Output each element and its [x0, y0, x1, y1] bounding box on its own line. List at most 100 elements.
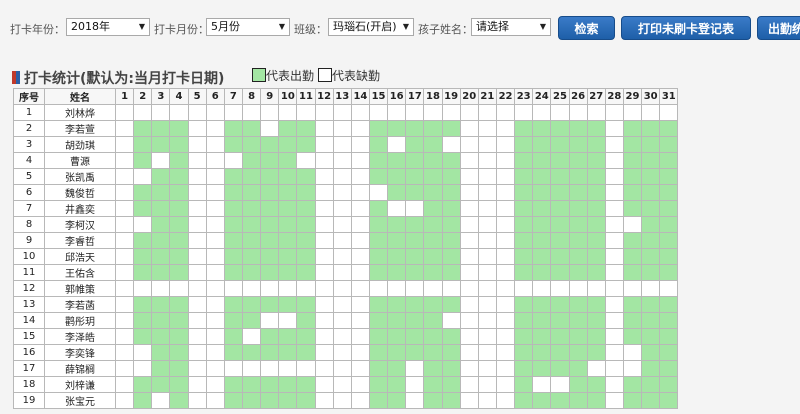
present-cell [387, 248, 407, 265]
table-row: 8 李柯汉 [13, 216, 679, 233]
present-cell [260, 200, 280, 217]
present-cell [659, 152, 679, 169]
absent-cell [241, 360, 262, 377]
present-cell [368, 296, 389, 313]
absent-cell [260, 360, 280, 377]
absent-cell [296, 280, 316, 297]
present-cell [296, 248, 316, 265]
present-cell [223, 312, 243, 329]
present-cell [641, 248, 661, 265]
absent-cell [260, 104, 280, 121]
present-cell [405, 184, 425, 201]
present-cell [423, 120, 443, 137]
present-cell [532, 328, 552, 345]
month-select[interactable]: 5月份 ▼ [206, 18, 290, 36]
absent-cell [133, 344, 153, 361]
absent-cell [550, 104, 570, 121]
present-cell [133, 296, 153, 313]
absent-cell [314, 120, 334, 137]
present-cell [659, 136, 679, 153]
absent-cell [495, 168, 516, 185]
day-header: 26 [568, 88, 588, 105]
present-cell [532, 136, 552, 153]
present-cell [441, 328, 461, 345]
present-cell [223, 296, 243, 313]
present-cell [550, 232, 570, 249]
present-cell [641, 216, 661, 233]
present-cell [278, 232, 298, 249]
present-cell [223, 376, 243, 393]
absent-cell [332, 104, 352, 121]
table-row: 7 井鑫奕 [13, 200, 679, 217]
absent-cell [114, 344, 135, 361]
student-name: 刘林烨 [44, 104, 116, 121]
present-cell [568, 216, 588, 233]
student-name: 井鑫奕 [44, 200, 116, 217]
present-cell [405, 168, 425, 185]
absent-cell [477, 248, 497, 265]
present-cell [622, 184, 643, 201]
present-cell [659, 232, 679, 249]
present-cell [405, 120, 425, 137]
present-cell [550, 344, 570, 361]
present-cell [260, 328, 280, 345]
present-cell [586, 312, 606, 329]
absent-cell [314, 184, 334, 201]
present-cell [622, 312, 643, 329]
present-cell [278, 296, 298, 313]
table-row: 18 刘梓谦 [13, 376, 679, 393]
present-cell [169, 376, 189, 393]
class-select[interactable]: 玛瑙石(开启) ▼ [328, 18, 414, 36]
absent-cell [205, 248, 225, 265]
absent-cell [187, 168, 207, 185]
present-cell [387, 232, 407, 249]
absent-cell [459, 376, 479, 393]
absent-cell [350, 136, 370, 153]
present-cell [151, 376, 171, 393]
absent-cell [332, 376, 352, 393]
absent-cell [114, 168, 135, 185]
absent-cell [350, 328, 370, 345]
absent-cell [477, 104, 497, 121]
year-select[interactable]: 2018年 ▼ [66, 18, 150, 36]
attendance-stats-button[interactable]: 出勤统计 [757, 16, 800, 40]
present-cell [441, 344, 461, 361]
present-cell [641, 136, 661, 153]
present-cell [586, 120, 606, 137]
absent-cell [278, 104, 298, 121]
present-cell [278, 264, 298, 281]
present-cell [423, 136, 443, 153]
day-header: 28 [604, 88, 624, 105]
present-cell [423, 216, 443, 233]
present-cell [405, 264, 425, 281]
present-cell [405, 232, 425, 249]
present-cell [241, 376, 262, 393]
absent-cell [133, 104, 153, 121]
child-select[interactable]: 请选择 ▼ [471, 18, 551, 36]
absent-cell [332, 344, 352, 361]
absent-cell [205, 152, 225, 169]
present-cell [659, 184, 679, 201]
absent-cell [187, 328, 207, 345]
absent-cell [223, 360, 243, 377]
absent-cell [459, 168, 479, 185]
absent-cell [314, 264, 334, 281]
search-button[interactable]: 检索 [558, 16, 615, 40]
absent-cell [495, 376, 516, 393]
absent-cell [205, 184, 225, 201]
present-cell [296, 120, 316, 137]
absent-cell [459, 264, 479, 281]
absent-cell [187, 280, 207, 297]
present-cell [532, 312, 552, 329]
present-cell [586, 376, 606, 393]
day-header: 19 [441, 88, 461, 105]
present-cell [260, 344, 280, 361]
present-cell [586, 200, 606, 217]
present-cell [641, 152, 661, 169]
present-cell [568, 344, 588, 361]
absent-cell [260, 280, 280, 297]
print-unswiped-button[interactable]: 打印未刷卡登记表 [621, 16, 751, 40]
present-cell [368, 152, 389, 169]
absent-cell [187, 392, 207, 409]
absent-cell [205, 296, 225, 313]
